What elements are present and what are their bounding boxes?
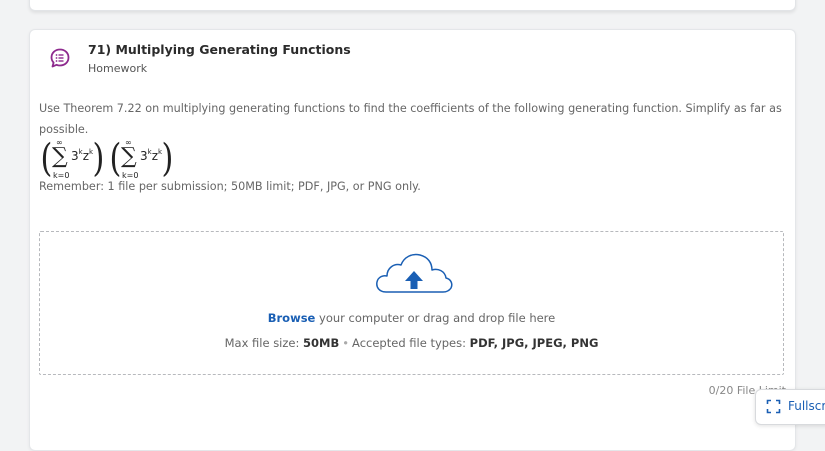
cloud-upload-icon xyxy=(376,253,453,293)
upload-limits: Max file size: 50MB • Accepted file types:… xyxy=(40,336,783,350)
fullscreen-label: Fullscreen xyxy=(788,399,825,413)
term-base: 3 xyxy=(140,149,148,163)
right-paren: ) xyxy=(161,136,174,180)
sum-lower-limit: k=0 xyxy=(122,171,139,180)
question-title: 71) Multiplying Generating Functions xyxy=(88,42,351,57)
summand: 3kzk xyxy=(71,148,93,163)
max-size-label: Max file size: xyxy=(224,336,304,350)
left-paren: ( xyxy=(109,136,122,180)
max-size-value: 50MB xyxy=(303,336,340,350)
previous-question-card xyxy=(29,0,796,11)
sigma-symbol: ∑ xyxy=(121,144,137,169)
term-base: 3 xyxy=(71,149,79,163)
fullscreen-icon xyxy=(766,399,781,414)
question-text: Use Theorem 7.22 on multiplying generati… xyxy=(39,102,782,136)
accepted-types-label: Accepted file types: xyxy=(352,336,470,350)
browse-link[interactable]: Browse xyxy=(268,311,316,325)
file-dropzone[interactable]: Browse your computer or drag and drop fi… xyxy=(39,231,784,375)
question-card: 71) Multiplying Generating Functions Hom… xyxy=(29,29,796,451)
right-paren: ) xyxy=(92,136,105,180)
sum-lower-limit: k=0 xyxy=(53,171,70,180)
list-bubble-icon xyxy=(50,48,70,68)
fullscreen-button[interactable]: Fullscreen xyxy=(755,389,825,425)
generating-function-expression: ( ∞ ∑ k=0 3kzk ) ( ∞ ∑ k=0 3kzk ) xyxy=(39,136,199,182)
left-paren: ( xyxy=(40,136,53,180)
summand: 3kzk xyxy=(140,148,162,163)
sigma-symbol: ∑ xyxy=(52,144,68,169)
separator-dot: • xyxy=(342,336,350,350)
accepted-types-value: PDF, JPG, JPEG, PNG xyxy=(469,336,599,350)
browse-instructions: Browse your computer or drag and drop fi… xyxy=(40,311,783,325)
browse-instructions-text: your computer or drag and drop file here xyxy=(315,311,556,325)
submission-reminder: Remember: 1 file per submission; 50MB li… xyxy=(39,180,421,193)
question-type: Homework xyxy=(88,62,148,75)
